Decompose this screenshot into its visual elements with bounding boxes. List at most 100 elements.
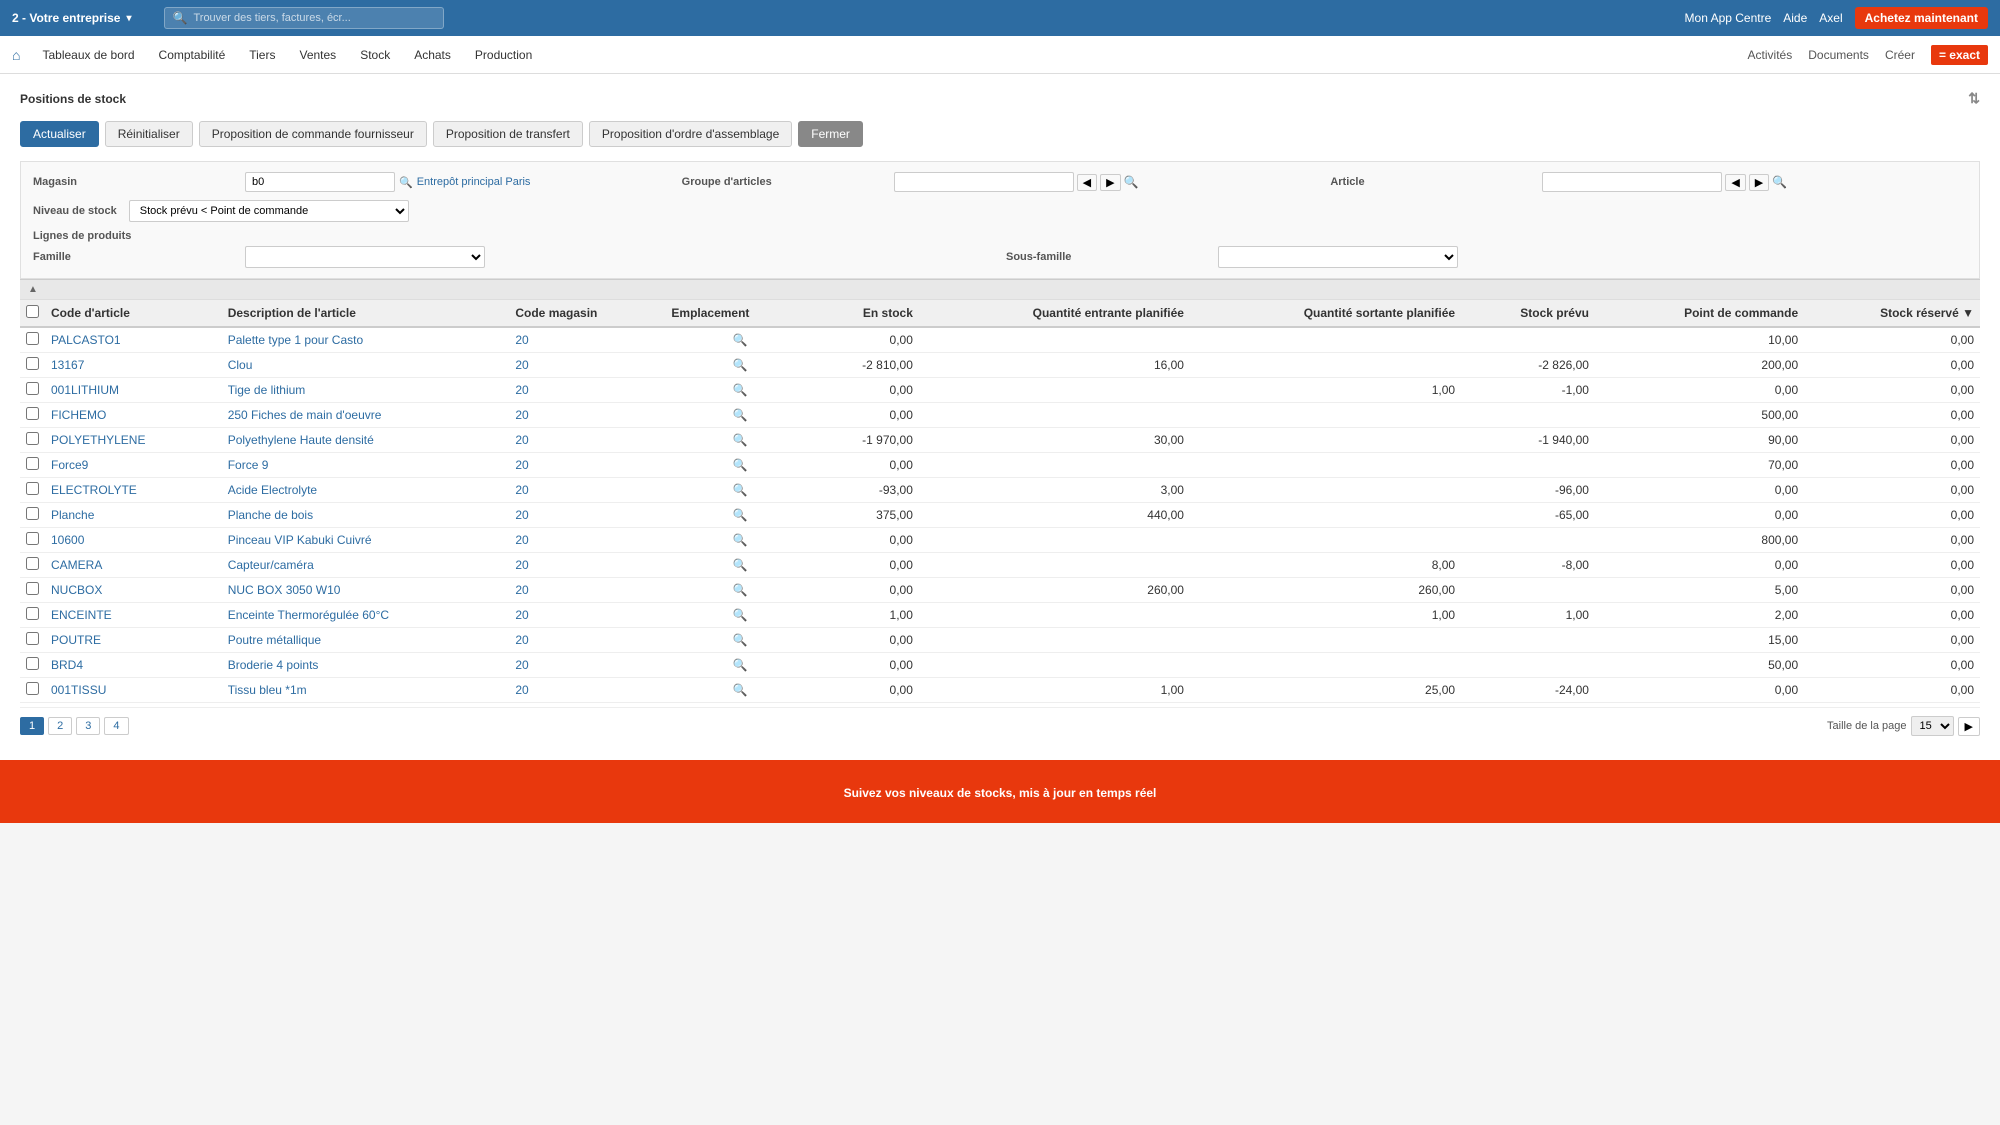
select-all-checkbox[interactable] — [26, 305, 39, 318]
th-stock-prevu[interactable]: Stock prévu — [1461, 300, 1595, 328]
sous-famille-select[interactable] — [1218, 246, 1458, 268]
emplacement-icon[interactable]: 🔍 — [733, 333, 748, 347]
code-link[interactable]: 001TISSU — [51, 683, 106, 697]
desc-link[interactable]: Pinceau VIP Kabuki Cuivré — [228, 533, 372, 547]
row-emplacement[interactable]: 🔍 — [665, 478, 814, 503]
groupe-prev-btn[interactable]: ◀ — [1077, 174, 1097, 191]
magasin-link[interactable]: 20 — [515, 558, 528, 572]
fermer-button[interactable]: Fermer — [798, 121, 863, 147]
row-checkbox[interactable] — [26, 532, 39, 545]
row-emplacement[interactable]: 🔍 — [665, 603, 814, 628]
magasin-link[interactable]: 20 — [515, 408, 528, 422]
desc-link[interactable]: Enceinte Thermorégulée 60°C — [228, 608, 389, 622]
desc-link[interactable]: Tissu bleu *1m — [228, 683, 307, 697]
code-link[interactable]: ENCEINTE — [51, 608, 112, 622]
row-emplacement[interactable]: 🔍 — [665, 453, 814, 478]
article-prev-btn[interactable]: ◀ — [1725, 174, 1745, 191]
magasin-link[interactable]: 20 — [515, 358, 528, 372]
code-link[interactable]: CAMERA — [51, 558, 102, 572]
emplacement-icon[interactable]: 🔍 — [733, 608, 748, 622]
desc-link[interactable]: Planche de bois — [228, 508, 313, 522]
row-emplacement[interactable]: 🔍 — [665, 653, 814, 678]
code-link[interactable]: PALCASTO1 — [51, 333, 121, 347]
magasin-link[interactable]: 20 — [515, 658, 528, 672]
proposition-ordre-button[interactable]: Proposition d'ordre d'assemblage — [589, 121, 792, 147]
groupe-input[interactable] — [894, 172, 1074, 192]
emplacement-icon[interactable]: 🔍 — [733, 483, 748, 497]
emplacement-icon[interactable]: 🔍 — [733, 558, 748, 572]
emplacement-icon[interactable]: 🔍 — [733, 533, 748, 547]
row-checkbox[interactable] — [26, 607, 39, 620]
nav-activites[interactable]: Activités — [1748, 48, 1793, 62]
row-checkbox[interactable] — [26, 482, 39, 495]
th-qte-entrante[interactable]: Quantité entrante planifiée — [919, 300, 1190, 328]
nav-documents[interactable]: Documents — [1808, 48, 1869, 62]
page-3-btn[interactable]: 3 — [76, 717, 100, 735]
row-emplacement[interactable]: 🔍 — [665, 378, 814, 403]
th-en-stock[interactable]: En stock — [815, 300, 919, 328]
row-checkbox-cell[interactable] — [20, 578, 45, 603]
row-checkbox-cell[interactable] — [20, 478, 45, 503]
row-checkbox-cell[interactable] — [20, 653, 45, 678]
row-emplacement[interactable]: 🔍 — [665, 403, 814, 428]
article-input[interactable] — [1542, 172, 1722, 192]
th-magasin[interactable]: Code magasin — [509, 300, 665, 328]
row-emplacement[interactable]: 🔍 — [665, 628, 814, 653]
achetez-button[interactable]: Achetez maintenant — [1855, 7, 1988, 29]
groupe-next-btn[interactable]: ▶ — [1100, 174, 1120, 191]
row-checkbox[interactable] — [26, 382, 39, 395]
th-code[interactable]: Code d'article — [45, 300, 222, 328]
magasin-link[interactable]: Entrepôt principal Paris — [417, 176, 531, 188]
select-all-checkbox-header[interactable] — [20, 300, 45, 328]
row-emplacement[interactable]: 🔍 — [665, 553, 814, 578]
row-emplacement[interactable]: 🔍 — [665, 528, 814, 553]
article-next-btn[interactable]: ▶ — [1749, 174, 1769, 191]
code-link[interactable]: POLYETHYLENE — [51, 433, 145, 447]
row-emplacement[interactable]: 🔍 — [665, 678, 814, 703]
row-emplacement[interactable]: 🔍 — [665, 503, 814, 528]
row-checkbox-cell[interactable] — [20, 603, 45, 628]
page-size-select[interactable]: 15 25 50 — [1911, 716, 1954, 736]
row-checkbox[interactable] — [26, 407, 39, 420]
famille-select[interactable] — [245, 246, 485, 268]
th-emplacement[interactable]: Emplacement — [665, 300, 814, 328]
niveau-select[interactable]: Stock prévu < Point de commande — [129, 200, 409, 222]
emplacement-icon[interactable]: 🔍 — [733, 633, 748, 647]
page-2-btn[interactable]: 2 — [48, 717, 72, 735]
desc-link[interactable]: Poutre métallique — [228, 633, 321, 647]
nav-achats[interactable]: Achats — [404, 40, 461, 70]
desc-link[interactable]: Capteur/caméra — [228, 558, 314, 572]
row-checkbox[interactable] — [26, 582, 39, 595]
th-qte-sortante[interactable]: Quantité sortante planifiée — [1190, 300, 1461, 328]
emplacement-icon[interactable]: 🔍 — [733, 583, 748, 597]
proposition-commande-button[interactable]: Proposition de commande fournisseur — [199, 121, 427, 147]
magasin-link[interactable]: 20 — [515, 383, 528, 397]
desc-link[interactable]: NUC BOX 3050 W10 — [228, 583, 341, 597]
row-checkbox[interactable] — [26, 332, 39, 345]
row-checkbox-cell[interactable] — [20, 503, 45, 528]
row-emplacement[interactable]: 🔍 — [665, 428, 814, 453]
company-name[interactable]: 2 - Votre entreprise ▾ — [12, 11, 132, 25]
row-checkbox-cell[interactable] — [20, 378, 45, 403]
page-1-btn[interactable]: 1 — [20, 717, 44, 735]
row-emplacement[interactable]: 🔍 — [665, 327, 814, 353]
row-emplacement[interactable]: 🔍 — [665, 353, 814, 378]
emplacement-icon[interactable]: 🔍 — [733, 433, 748, 447]
desc-link[interactable]: Force 9 — [228, 458, 269, 472]
row-checkbox-cell[interactable] — [20, 553, 45, 578]
row-checkbox[interactable] — [26, 682, 39, 695]
nav-production[interactable]: Production — [465, 40, 542, 70]
nav-creer[interactable]: Créer — [1885, 48, 1915, 62]
row-checkbox-cell[interactable] — [20, 353, 45, 378]
row-checkbox-cell[interactable] — [20, 678, 45, 703]
emplacement-icon[interactable]: 🔍 — [733, 383, 748, 397]
row-checkbox-cell[interactable] — [20, 628, 45, 653]
magasin-input[interactable] — [245, 172, 395, 192]
proposition-transfert-button[interactable]: Proposition de transfert — [433, 121, 583, 147]
th-point-commande[interactable]: Point de commande — [1595, 300, 1804, 328]
groupe-search-icon[interactable]: 🔍 — [1124, 175, 1139, 189]
nav-comptabilite[interactable]: Comptabilité — [149, 40, 236, 70]
magasin-link[interactable]: 20 — [515, 608, 528, 622]
nav-tiers[interactable]: Tiers — [239, 40, 285, 70]
emplacement-icon[interactable]: 🔍 — [733, 358, 748, 372]
